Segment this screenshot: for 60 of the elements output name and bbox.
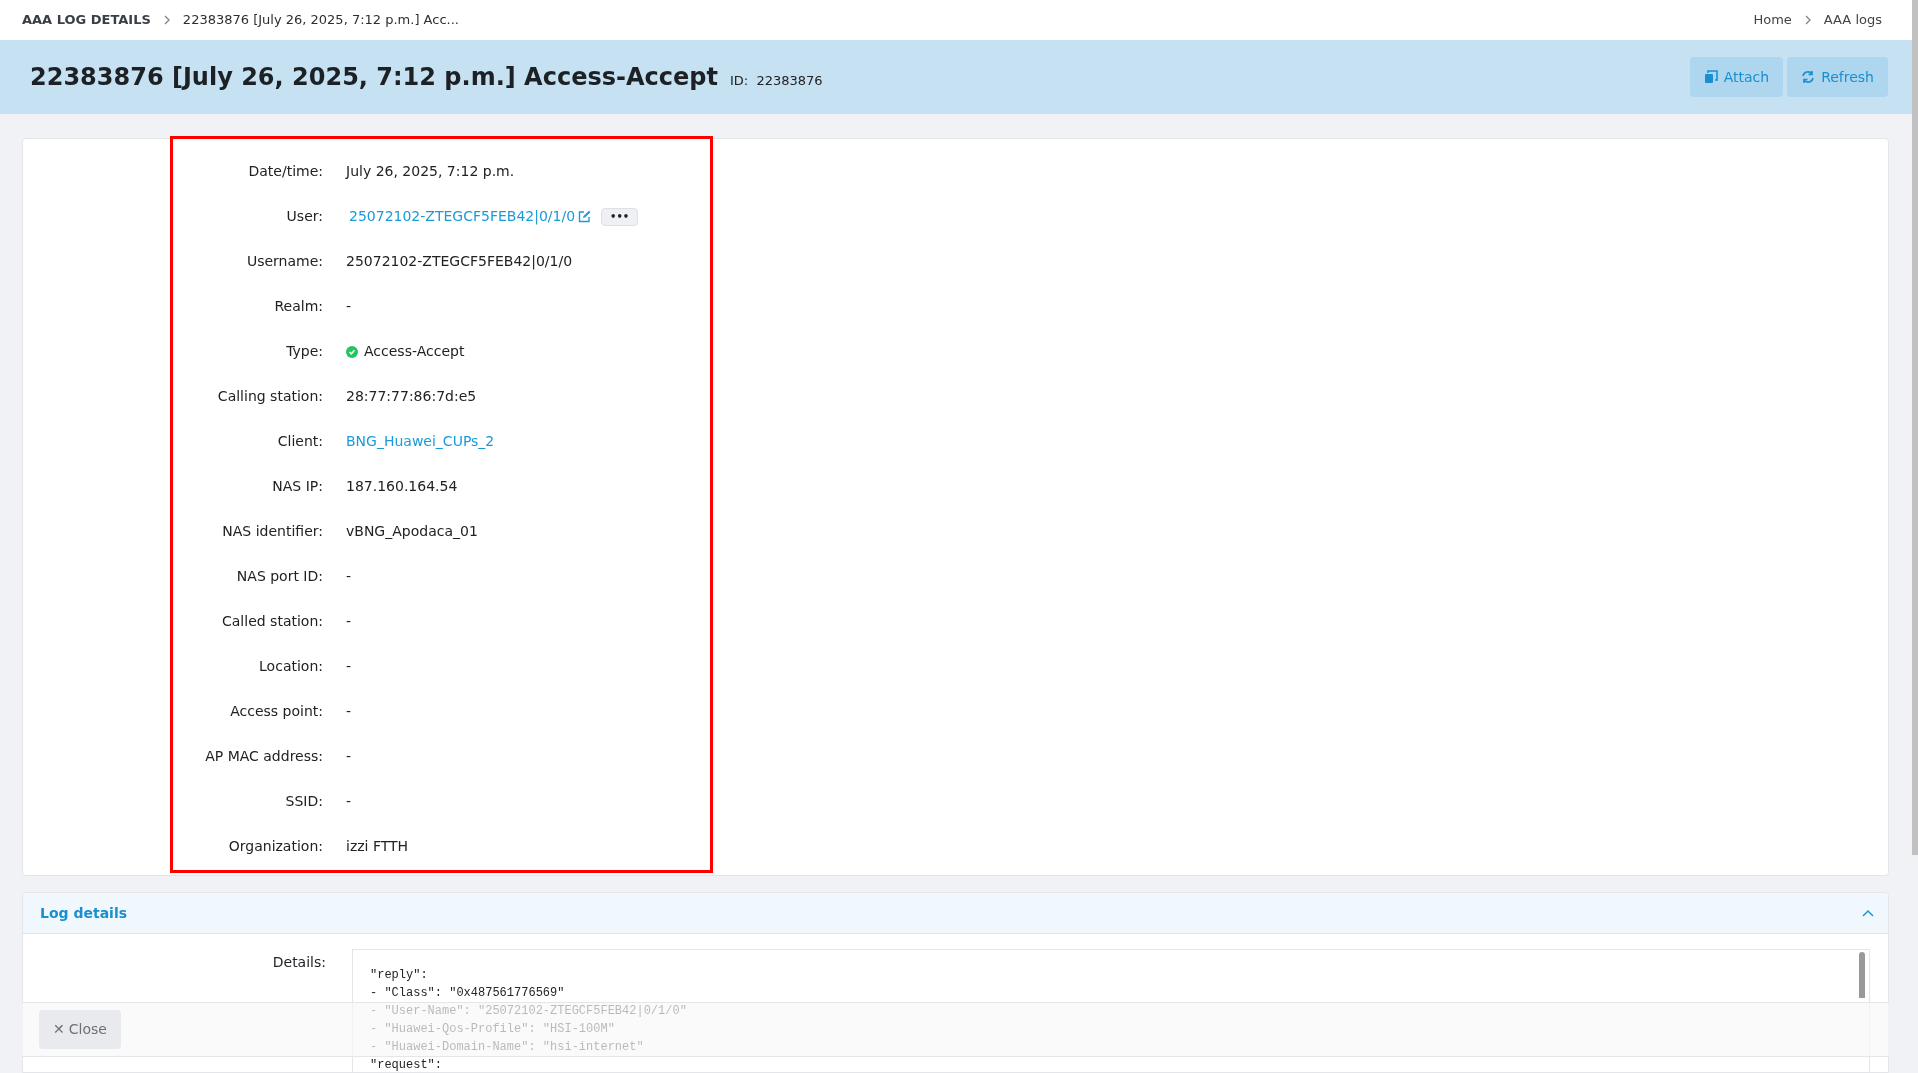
edit-icon (578, 210, 592, 223)
refresh-icon (1801, 70, 1816, 84)
breadcrumb-current: 22383876 [July 26, 2025, 7:12 p.m.] Acc... (182, 11, 459, 30)
field-value: - (346, 702, 352, 721)
field-label: SSID: (284, 792, 323, 811)
field-label: Type: (285, 342, 323, 361)
field-label: Calling station: (216, 387, 323, 406)
code-line: "request": (370, 1057, 443, 1072)
more-button[interactable]: ••• (601, 207, 639, 226)
field-label: Username: (245, 252, 323, 271)
copy-icon (1703, 70, 1718, 84)
field-label: NAS port ID: (235, 567, 323, 586)
field-label: Details: (272, 953, 326, 972)
record-id: ID: 22383876 (729, 72, 823, 90)
field-label: Organization: (227, 837, 323, 856)
close-icon: ✕ (53, 1019, 65, 1040)
field-label: AP MAC address: (204, 747, 323, 766)
field-value: - (346, 567, 352, 586)
field-value: Access-Accept (364, 342, 465, 361)
refresh-button[interactable]: Refresh (1787, 57, 1888, 97)
code-line: - "Class": "0x487561776569" (370, 985, 566, 1002)
code-line: "reply": (370, 967, 429, 984)
field-value: izzi FTTH (346, 837, 409, 856)
field-label: NAS identifier: (221, 522, 323, 541)
scrollbar-thumb[interactable] (1912, 0, 1918, 855)
close-button[interactable]: ✕ Close (39, 1010, 121, 1049)
code-line: - "Huawei-Qos-Profile": "HSI-100M" (370, 1021, 616, 1038)
breadcrumb-link[interactable]: Home (1753, 10, 1792, 30)
breadcrumb-link[interactable]: AAA logs (1823, 10, 1882, 30)
field-value: 28:77:77:86:7d:e5 (346, 387, 477, 406)
chevron-up-icon (1862, 909, 1874, 917)
attach-button[interactable]: Attach (1689, 57, 1784, 97)
page-title: 22383876 [July 26, 2025, 7:12 p.m.] Access-Accept (30, 62, 718, 93)
breadcrumb-section[interactable]: AAA LOG DETAILS (22, 10, 151, 30)
client-link[interactable]: BNG_Huawei_CUPs_2 (346, 431, 495, 452)
field-value: July 26, 2025, 7:12 p.m. (346, 162, 515, 181)
field-value: - (346, 297, 352, 316)
field-label: Access point: (229, 702, 323, 721)
field-label: Called station: (221, 612, 323, 631)
code-line: - "User-Name": "25072102-ZTEGCF5FEB42|0/1/0" (370, 1003, 688, 1020)
field-label: Date/time: (247, 162, 323, 181)
field-value: - (346, 792, 352, 811)
user-link[interactable]: 25072102-ZTEGCF5FEB42|0/1/0 (349, 206, 592, 227)
field-value: - (346, 612, 352, 631)
log-details-header[interactable]: Log details (23, 893, 1888, 934)
field-value: - (346, 747, 352, 766)
field-label: User: (285, 207, 323, 226)
field-value: 25072102-ZTEGCF5FEB42|0/1/0 (346, 252, 573, 272)
code-line: - "Huawei-Domain-Name": "hsi-internet" (370, 1039, 645, 1056)
field-label: Realm: (273, 297, 323, 316)
chevron-icon (1803, 15, 1812, 25)
section-title: Log details (40, 903, 128, 923)
scrollbar-thumb[interactable] (1859, 952, 1865, 998)
field-label: Client: (276, 432, 323, 451)
field-value: vBNG_Apodaca_01 (346, 522, 478, 541)
chevron-icon (162, 15, 171, 25)
field-value: 187.160.164.54 (346, 477, 458, 496)
field-value: - (346, 657, 352, 676)
field-label: Location: (258, 657, 323, 676)
field-label: NAS IP: (271, 477, 323, 496)
